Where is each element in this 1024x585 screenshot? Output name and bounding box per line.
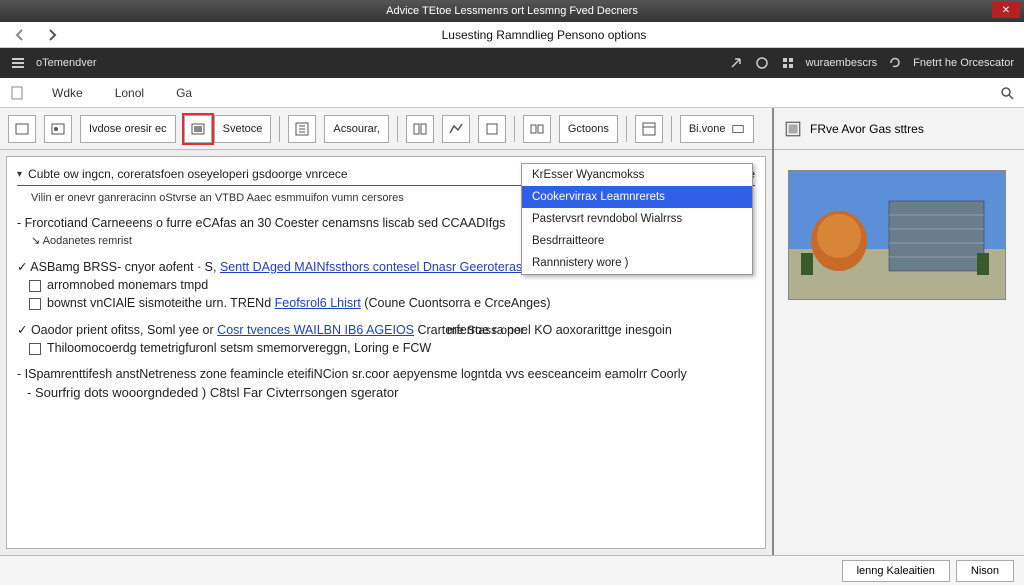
titlebar: Advice TEtoe Lessmenrs ort Lesmng Fved D… <box>0 0 1024 22</box>
link-para2[interactable]: Sentt DAged MAINfssthors contesel Dnasr … <box>220 260 529 274</box>
grid-icon[interactable] <box>780 55 796 71</box>
tool-icon-f[interactable] <box>478 115 506 143</box>
tool-highlighted[interactable] <box>184 115 212 143</box>
tool-icon-h[interactable] <box>635 115 663 143</box>
dark-right-label-a[interactable]: wuraembescrs <box>806 57 878 69</box>
toolbar-separator <box>626 116 627 142</box>
dropdown-item[interactable]: KrEsser Wyancmokss <box>522 164 752 186</box>
doc-bullet-2b: bownst vnCIAlE sismoteithe urn. TRENd Fe… <box>29 296 755 310</box>
page-subtitle: Lusesting Ramndlieg Pensono options <box>64 28 1024 42</box>
tool-gctoons[interactable]: Gctoons <box>559 115 618 143</box>
status-bar: lenng Kaleaitien Nison <box>0 555 1024 585</box>
share-icon[interactable] <box>728 55 744 71</box>
tool-icon-a[interactable] <box>8 115 36 143</box>
chevron-down-icon[interactable]: ▾ <box>17 169 22 180</box>
dark-left-label[interactable]: oTemendver <box>36 57 97 69</box>
dropdown-item[interactable]: Rannnistery wore ) <box>522 252 752 274</box>
panel-icon <box>784 120 802 138</box>
tool-bivone-label: Bi.vone <box>689 123 726 135</box>
nav-row: Lusesting Ramndlieg Pensono options <box>0 22 1024 48</box>
document-content: ▾ Cubte ow ingcn, coreratsfoen oseyelope… <box>6 156 766 549</box>
tab-wdke[interactable]: Wdke <box>36 78 99 107</box>
tool-ivdose[interactable]: Ivdose oresir ec <box>80 115 176 143</box>
tool-icon-g[interactable] <box>523 115 551 143</box>
right-pane: FRve Avor Gas sttres <box>774 108 1024 555</box>
left-pane: Ivdose oresir ec Svetoce Acsourar, <box>0 108 774 555</box>
tool-bivone[interactable]: Bi.vone <box>680 115 754 143</box>
tool-ivdose-label: Ivdose oresir ec <box>89 123 167 135</box>
main-area: Ivdose oresir ec Svetoce Acsourar, <box>0 108 1024 555</box>
back-button[interactable] <box>8 23 32 47</box>
circle-icon[interactable] <box>754 55 770 71</box>
doc-para4b: - Sourfrig dots wooorgndeded ) C8tsl Far… <box>27 385 755 400</box>
checkbox-icon[interactable] <box>29 298 41 310</box>
dark-right-label-b[interactable]: Fnetrt he Orcescator <box>913 57 1014 69</box>
dropdown-item[interactable]: Besdrraitteore <box>522 230 752 252</box>
doc-bullet-2a: arromnobed monemars tmpd <box>29 278 755 292</box>
doc-para3: ✓ Oaodor prient ofitss, Soml yee or Cosr… <box>17 322 755 337</box>
toolbar: Ivdose oresir ec Svetoce Acsourar, <box>0 108 772 150</box>
dropdown-item[interactable]: Pastervsrt revndobol Wialrrss <box>522 208 752 230</box>
close-button[interactable]: ✕ <box>992 2 1020 18</box>
toolbar-separator <box>397 116 398 142</box>
tool-acsourar[interactable]: Acsourar, <box>324 115 388 143</box>
tool-icon-b[interactable] <box>44 115 72 143</box>
status-button-a[interactable]: lenng Kaleaitien <box>842 560 950 582</box>
tool-icon-d[interactable] <box>406 115 434 143</box>
tool-icon-c[interactable] <box>288 115 316 143</box>
forward-button[interactable] <box>40 23 64 47</box>
right-pane-header: FRve Avor Gas sttres <box>774 108 1024 150</box>
search-icon[interactable] <box>996 82 1018 104</box>
refresh-icon[interactable] <box>887 55 903 71</box>
toolbar-separator <box>671 116 672 142</box>
tool-icon-e[interactable] <box>442 115 470 143</box>
tab-ga[interactable]: Ga <box>160 78 208 107</box>
dropdown-item[interactable]: Cookervirrax Leamnrerets <box>522 186 752 208</box>
tool-svetoce[interactable]: Svetoce <box>214 115 272 143</box>
toolbar-separator <box>279 116 280 142</box>
doc-bullet-3a: Thiloomocoerdg temetrigfuronl setsm smem… <box>29 341 755 355</box>
link-para3[interactable]: Cosr tvences WAILBN IB6 AGEIOS <box>217 323 414 337</box>
doc-icon[interactable] <box>6 82 28 104</box>
right-pane-title: FRve Avor Gas sttres <box>810 122 924 136</box>
context-dropdown: KrEsser Wyancmokss Cookervirrax Leamnrer… <box>521 163 753 275</box>
tool-acsourar-label: Acsourar, <box>333 123 379 135</box>
tool-gctoons-label: Gctoons <box>568 123 609 135</box>
doc-para4: - ISpamrenttifesh anstNetreness zone fea… <box>17 367 755 381</box>
preview-thumbnail[interactable] <box>788 170 1006 300</box>
checkbox-icon[interactable] <box>29 280 41 292</box>
dark-toolbar: oTemendver wuraembescrs Fnetrt he Orcesc… <box>0 48 1024 78</box>
link-bullet2b[interactable]: Feofsrol6 Lhisrt <box>275 296 361 310</box>
tab-lonol[interactable]: Lonol <box>99 78 160 107</box>
right-pane-body <box>774 150 1024 555</box>
checkbox-icon[interactable] <box>29 343 41 355</box>
light-tabbar: Wdke Lonol Ga <box>0 78 1024 108</box>
toolbar-separator <box>514 116 515 142</box>
status-button-b[interactable]: Nison <box>956 560 1014 582</box>
window-title: Advice TEtoe Lessmenrs ort Lesmng Fved D… <box>386 5 638 17</box>
tool-svetoce-label: Svetoce <box>223 123 263 135</box>
menu-icon[interactable] <box>10 55 26 71</box>
